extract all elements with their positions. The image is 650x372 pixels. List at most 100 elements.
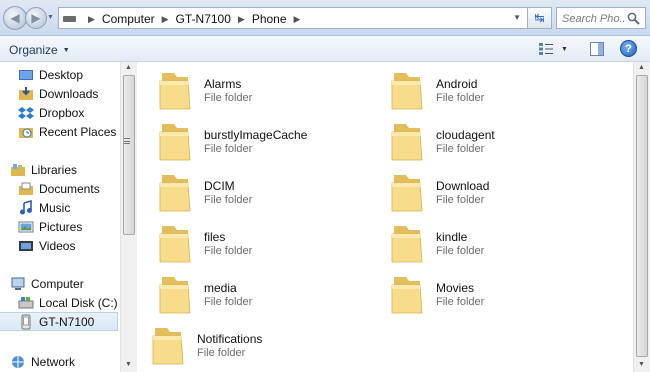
sidebar-item-label: Music: [39, 200, 71, 215]
folder-icon: [158, 222, 192, 264]
folder-type: File folder: [436, 92, 485, 104]
folder-item[interactable]: DCIM File folder: [158, 168, 358, 216]
documents-icon: [19, 182, 33, 195]
sidebar-item-network[interactable]: Network: [0, 352, 118, 371]
sidebar-item-gt-n7100[interactable]: GT-N7100: [0, 312, 118, 331]
desktop-icon: [19, 69, 33, 80]
videos-icon: [19, 240, 33, 251]
folder-icon: [390, 273, 424, 315]
sidebar-item-label: Network: [31, 354, 76, 369]
folder-item[interactable]: burstlyImageCache File folder: [158, 117, 358, 165]
breadcrumb-separator-icon[interactable]: ▶: [88, 14, 95, 25]
sidebar-item-label: Local Disk (C:): [39, 295, 118, 310]
scrollbar-thumb[interactable]: [636, 75, 648, 357]
sidebar-item-music[interactable]: Music: [0, 198, 118, 217]
change-view-button[interactable]: ▼: [538, 41, 572, 57]
sidebar-item-documents[interactable]: Documents: [0, 179, 118, 198]
sidebar-item-libraries[interactable]: Libraries: [0, 160, 118, 179]
scrollbar-thumb[interactable]: [123, 75, 135, 235]
folder-item[interactable]: media File folder: [158, 270, 358, 318]
sidebar-item-downloads[interactable]: Downloads: [0, 84, 118, 103]
forward-arrow-icon: ▶: [31, 11, 41, 25]
organize-button[interactable]: Organize ▼: [9, 43, 70, 57]
phone-device-icon: [21, 314, 31, 329]
libraries-icon: [11, 163, 25, 176]
sidebar-item-videos[interactable]: Videos: [0, 236, 118, 255]
dropbox-icon: [18, 106, 34, 119]
search-box[interactable]: [556, 7, 646, 29]
folder-name: Download: [436, 179, 490, 193]
search-input[interactable]: [562, 11, 626, 26]
folder-item[interactable]: Notifications File folder: [151, 321, 351, 369]
sidebar-item-dropbox[interactable]: Dropbox: [0, 103, 118, 122]
folder-type: File folder: [436, 143, 485, 155]
command-bar: Organize ▼ ▼ ?: [0, 36, 650, 62]
preview-pane-icon[interactable]: [589, 41, 605, 57]
local-disk-icon: [18, 296, 34, 308]
network-icon: [12, 355, 24, 368]
back-arrow-icon: ◀: [10, 11, 20, 25]
forward-button[interactable]: ▶: [25, 7, 47, 29]
chevron-down-icon: ▼: [561, 45, 568, 53]
breadcrumb-separator-icon[interactable]: ▶: [294, 14, 301, 25]
folder-type: File folder: [204, 296, 253, 308]
folder-icon: [158, 273, 192, 315]
folder-type: File folder: [204, 245, 253, 257]
folder-name: cloudagent: [436, 128, 495, 142]
sidebar-item-label: GT-N7100: [39, 314, 95, 329]
folder-type: File folder: [197, 347, 246, 359]
folder-name: Android: [436, 77, 478, 91]
folder-item[interactable]: Download File folder: [390, 168, 590, 216]
sidebar-item-pictures[interactable]: Pictures: [0, 217, 118, 236]
folder-name: DCIM: [204, 179, 235, 193]
sidebar-item-desktop[interactable]: Desktop: [0, 65, 118, 84]
help-icon[interactable]: ?: [620, 40, 637, 57]
file-list: Alarms File folder Android File folder burst…: [138, 62, 633, 372]
sidebar-item-computer[interactable]: Computer: [0, 274, 118, 293]
recent-pages-dropdown-icon[interactable]: ▼: [47, 14, 54, 21]
sidebar-item-recent-places[interactable]: Recent Places: [0, 122, 118, 141]
folder-icon: [158, 171, 192, 213]
folder-item[interactable]: Alarms File folder: [158, 66, 358, 114]
address-bar: ◀ ▶ ▼ ▶ Computer ▶ GT-N7100 ▶ Phone ▶ ▼ …: [0, 0, 650, 36]
breadcrumb[interactable]: ▶ Computer ▶ GT-N7100 ▶ Phone ▶ ▼: [58, 7, 528, 29]
folder-icon: [158, 120, 192, 162]
scroll-down-icon[interactable]: ▼: [638, 361, 645, 368]
folder-item[interactable]: Android File folder: [390, 66, 590, 114]
breadcrumb-item-phone[interactable]: Phone: [252, 12, 287, 26]
search-icon[interactable]: [627, 12, 640, 25]
folder-icon: [390, 120, 424, 162]
folder-item[interactable]: files File folder: [158, 219, 358, 267]
breadcrumb-separator-icon[interactable]: ▶: [162, 14, 169, 25]
sidebar-item-label: Documents: [39, 181, 100, 196]
refresh-button[interactable]: ↹: [528, 7, 552, 29]
scroll-up-icon[interactable]: ▲: [638, 64, 645, 71]
sidebar-item-label: Dropbox: [39, 105, 85, 120]
folder-item[interactable]: Movies File folder: [390, 270, 590, 318]
scroll-up-icon[interactable]: ▲: [125, 64, 132, 71]
folder-name: media: [204, 281, 237, 295]
folder-item[interactable]: cloudagent File folder: [390, 117, 590, 165]
navigation-scrollbar[interactable]: ▲ ▼: [120, 62, 137, 372]
sidebar-item-label: Libraries: [31, 162, 78, 177]
folder-type: File folder: [204, 194, 253, 206]
folder-item[interactable]: kindle File folder: [390, 219, 590, 267]
folder-name: Notifications: [197, 332, 263, 346]
sidebar-item-label: Videos: [39, 238, 76, 253]
breadcrumb-item-computer[interactable]: Computer: [102, 12, 155, 26]
device-icon: [63, 16, 76, 22]
scroll-down-icon[interactable]: ▼: [125, 361, 132, 368]
sidebar-item-local-disk[interactable]: Local Disk (C:): [0, 293, 118, 312]
folder-type: File folder: [204, 92, 253, 104]
address-dropdown-icon[interactable]: ▼: [513, 13, 521, 22]
folder-type: File folder: [436, 245, 485, 257]
breadcrumb-item-gt-n7100[interactable]: GT-N7100: [176, 12, 231, 26]
back-button[interactable]: ◀: [3, 6, 27, 30]
breadcrumb-separator-icon[interactable]: ▶: [238, 14, 245, 25]
recent-places-icon: [19, 127, 33, 138]
sidebar-item-label: Computer: [31, 276, 84, 291]
content-scrollbar[interactable]: ▲ ▼: [633, 62, 650, 372]
sidebar-item-label: Pictures: [39, 219, 83, 234]
sidebar-item-label: Downloads: [39, 86, 99, 101]
music-icon: [20, 199, 32, 214]
